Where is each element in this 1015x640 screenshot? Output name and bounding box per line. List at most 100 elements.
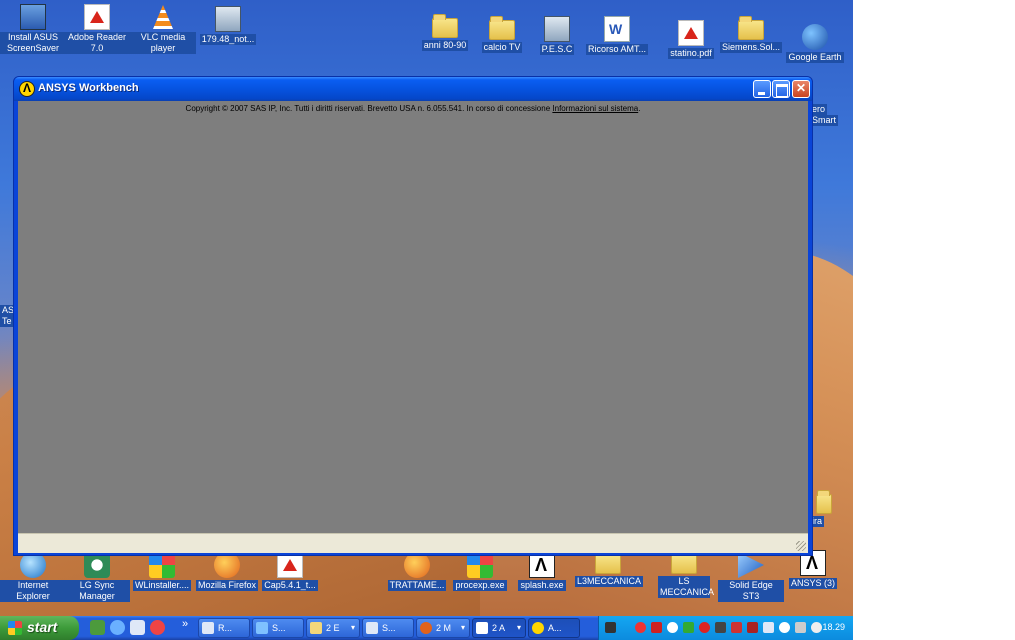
window-title: ANSYS Workbench [38, 82, 139, 94]
status-bar [18, 533, 808, 553]
taskbar-group-explorer[interactable]: 2 E ▾ [306, 618, 360, 638]
folder-icon [432, 14, 458, 38]
quicklaunch-icon-app[interactable] [150, 620, 165, 635]
desktop-icon-label: L3MECCANICA [575, 576, 644, 587]
desktop-icon-driver[interactable]: 179.48_not... [195, 6, 261, 45]
window-titlebar[interactable]: ANSYS Workbench [14, 77, 812, 101]
ansys-logo-icon[interactable] [19, 81, 35, 97]
taskbar-button[interactable]: S... [252, 618, 304, 638]
desktop-icon-label: Google Earth [786, 52, 844, 63]
desktop-icon-label: Te [0, 316, 14, 327]
desktop-icon-wlinstaller[interactable]: WLinstaller.... [129, 552, 195, 591]
desktop-icon-statino[interactable]: statino.pdf [658, 20, 724, 59]
tray-icon[interactable] [635, 622, 646, 633]
desktop-icon-internet-explorer[interactable]: Internet Explorer [0, 552, 66, 602]
tray-icon[interactable] [715, 622, 726, 633]
desktop-icon-adobe-reader[interactable]: Adobe Reader 7.0 [64, 4, 130, 54]
taskbar-group-ansys[interactable]: 2 A ▾ [472, 618, 526, 638]
taskbar-button[interactable]: R... [198, 618, 250, 638]
desktop-icon-label: Cap5.4.1_t... [262, 580, 318, 591]
close-button[interactable] [792, 80, 810, 98]
desktop-icon-google-earth[interactable]: Google Earth [782, 24, 848, 63]
ansys-task-icon [532, 622, 544, 634]
desktop-icon-label: procexp.exe [453, 580, 507, 591]
desktop-icon-partial[interactable]: ero Smart [810, 104, 840, 126]
desktop-icon-cap541[interactable]: Cap5.4.1_t... [257, 552, 323, 591]
ansys-workbench-window[interactable]: ANSYS Workbench Copyright © 2007 SAS IP,… [13, 76, 813, 556]
pdf-icon [84, 4, 110, 30]
folder-icon [816, 490, 832, 514]
screen: Install ASUS ScreenSaver Adobe Reader 7.… [0, 0, 1015, 640]
desktop-icon-label: ANSYS (3) [788, 578, 837, 589]
task-icon [202, 622, 214, 634]
tray-icon[interactable] [667, 622, 678, 633]
app-icon [215, 6, 241, 32]
tray-icon[interactable] [651, 622, 662, 633]
earth-icon [802, 24, 828, 50]
quicklaunch-icon-ie[interactable] [110, 620, 125, 635]
desktop-icon-partial[interactable]: ira [810, 490, 840, 527]
quicklaunch-icon-msn[interactable] [90, 620, 105, 635]
taskbar-group-mozilla[interactable]: 2 M ▾ [416, 618, 470, 638]
tray-icon[interactable] [683, 622, 694, 633]
tray-icon[interactable] [605, 622, 616, 633]
taskbar-button[interactable]: S... [362, 618, 414, 638]
monitor-icon[interactable] [763, 622, 774, 633]
desktop-icon-solid-edge[interactable]: Solid Edge ST3 [718, 552, 784, 602]
desktop-icon-siemens[interactable]: Siemens.Sol... [718, 16, 784, 53]
desktop-icon-label: Ricorso AMT... [585, 44, 648, 55]
desktop-icon-vlc[interactable]: VLC media player [130, 4, 196, 54]
tray-icon[interactable] [699, 622, 710, 633]
taskbar-button-ansys-workbench[interactable]: A... [528, 618, 580, 638]
maximize-button[interactable] [772, 80, 790, 98]
desktop-icon-lg-sync[interactable]: LG Sync Manager [64, 552, 130, 602]
desktop-icon-label: VLC media player [130, 32, 196, 54]
task-label: 2 M [436, 623, 452, 633]
wifi-icon[interactable] [779, 622, 790, 633]
desktop-icon-label: WLinstaller.... [132, 580, 192, 591]
desktop-icon-label: 179.48_not... [199, 34, 257, 45]
desktop-icon-label: LG Sync Manager [64, 580, 130, 602]
clock[interactable]: 18.29 [822, 622, 845, 632]
minimize-button[interactable] [753, 80, 771, 98]
system-info-link[interactable]: Informazioni sul sistema [552, 104, 638, 113]
folder-icon [489, 16, 515, 40]
desktop-icon-label: TRATTAME... [387, 580, 447, 591]
desktop-icon-ricorso[interactable]: Ricorso AMT... [584, 16, 650, 55]
tray-icon[interactable] [747, 622, 758, 633]
folder-icon [671, 550, 697, 574]
folder-icon [738, 16, 764, 40]
chevron-down-icon: ▾ [516, 623, 521, 632]
desktop-icon-label: Solid Edge ST3 [718, 580, 784, 602]
quicklaunch-chevron-icon[interactable]: » [182, 618, 188, 630]
desktop-icon-label: Adobe Reader 7.0 [64, 32, 130, 54]
app-icon [544, 16, 570, 42]
resize-grip-icon[interactable] [796, 541, 806, 551]
desktop-icon-splash[interactable]: splash.exe [509, 552, 575, 591]
desktop-icon-trattame[interactable]: TRATTAME... [384, 552, 450, 591]
copyright-period: . [638, 104, 641, 113]
folder-task-icon [310, 622, 322, 634]
copyright-notice: Copyright © 2007 SAS IP, Inc. Tutti i di… [18, 104, 808, 113]
tray-icon[interactable] [731, 622, 742, 633]
desktop-icon-label: Mozilla Firefox [195, 580, 258, 591]
desktop-icon-firefox[interactable]: Mozilla Firefox [194, 552, 260, 591]
pdf-icon [678, 20, 704, 46]
desktop-icon-label: anni 80-90 [421, 40, 469, 51]
desktop-icon-label: Install ASUS ScreenSaver [0, 32, 66, 54]
doc-icon [604, 16, 630, 42]
desktop-icon-install-asus[interactable]: Install ASUS ScreenSaver [0, 4, 66, 54]
desktop-icon-label: calcio TV [481, 42, 523, 53]
start-button[interactable]: start [0, 616, 79, 640]
speaker-icon[interactable] [811, 622, 822, 633]
desktop-icon-pesc[interactable]: P.E.S.C [524, 16, 590, 55]
desktop-icon-label: statino.pdf [668, 48, 714, 59]
quicklaunch-icon-media[interactable] [130, 620, 145, 635]
desktop-icon-procexp[interactable]: procexp.exe [447, 552, 513, 591]
desktop-icon-partial[interactable]: AS Te [0, 305, 17, 327]
desktop-icon-label: LS MECCANICA [658, 576, 715, 598]
desktop-icon-lsmeccanica[interactable]: LS MECCANICA [651, 550, 717, 598]
system-tray: 18.29 [598, 616, 853, 640]
folder-icon [595, 550, 621, 574]
printer-icon[interactable] [795, 622, 806, 633]
